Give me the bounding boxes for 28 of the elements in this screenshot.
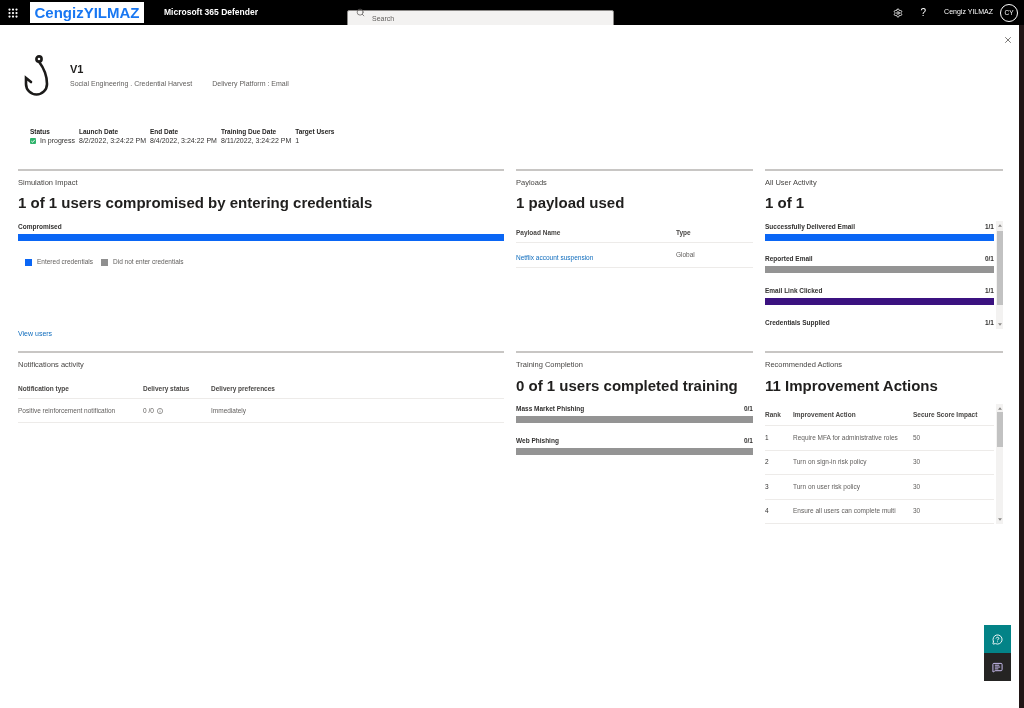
scroll-up-arrow-icon[interactable] — [997, 224, 1002, 227]
scrollbar-thumb[interactable] — [996, 231, 1003, 305]
scrollbar[interactable] — [996, 404, 1003, 524]
section-headline: 1 of 1 — [765, 194, 806, 212]
dots-grid-icon[interactable] — [7, 6, 19, 19]
close-button[interactable] — [1003, 35, 1013, 45]
status-check-icon — [30, 138, 36, 144]
help-button[interactable]: ? — [920, 6, 927, 19]
message-icon — [992, 661, 1003, 673]
scroll-up-arrow-icon[interactable] — [997, 407, 1002, 410]
feedback-button[interactable] — [984, 653, 1011, 681]
scrollbar-thumb[interactable] — [996, 412, 1003, 447]
scrollbar[interactable] — [996, 221, 1003, 329]
settings-icon[interactable] — [892, 7, 903, 18]
section-headline: 11 Improvement Actions — [765, 377, 939, 395]
section-headline: 0 of 1 users completed training — [516, 377, 739, 395]
simulation-title: V1 — [70, 63, 85, 76]
section-headline: 1 of 1 users compromised by entering credentials — [18, 194, 374, 212]
help-chat-button[interactable] — [984, 625, 1011, 653]
scroll-down-arrow-icon[interactable] — [997, 323, 1002, 326]
logo[interactable]: CengizYILMAZ — [30, 2, 144, 23]
info-icon[interactable] — [156, 407, 163, 414]
section-headline: 1 payload used — [516, 194, 626, 212]
close-icon — [1003, 35, 1013, 45]
question-bubble-icon — [992, 633, 1003, 645]
search-icon — [356, 8, 365, 17]
app-name: Microsoft 365 Defender — [164, 6, 258, 19]
scroll-down-arrow-icon[interactable] — [997, 518, 1002, 521]
